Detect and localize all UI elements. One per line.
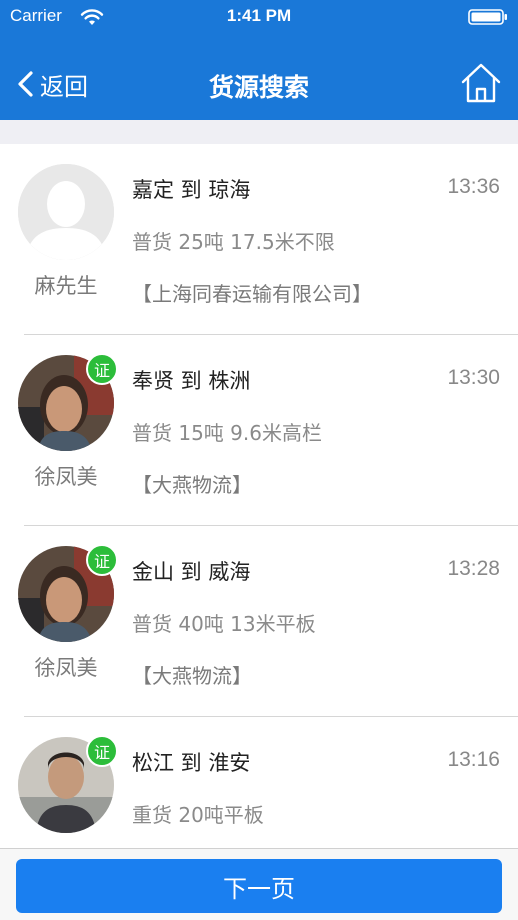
cargo-details: 普货 40吨 13米平板 — [132, 612, 316, 636]
company-name: 【大燕物流】 — [132, 664, 252, 688]
post-time: 13:16 — [447, 748, 500, 771]
list-top-spacer — [0, 120, 518, 144]
company-name: 【大燕物流】 — [132, 473, 252, 497]
contact-name: 麻先生 — [34, 274, 98, 298]
cargo-details: 普货 25吨 17.5米不限 — [132, 230, 335, 254]
route: 松江 到 淮安 — [132, 751, 251, 775]
next-page-button[interactable]: 下一页 — [16, 859, 502, 913]
listing-item[interactable]: 麻先生 嘉定 到 琼海 13:36 普货 25吨 17.5米不限 【上海同春运输… — [0, 144, 518, 335]
battery-icon — [468, 9, 507, 25]
route: 奉贤 到 株洲 — [132, 369, 251, 393]
avatar: 证 — [18, 735, 118, 833]
back-label: 返回 — [40, 72, 88, 101]
chevron-left-icon — [18, 71, 33, 97]
cargo-details: 普货 15吨 9.6米高栏 — [132, 421, 322, 445]
listing-item[interactable]: 证 松江 到 淮安 13:16 重货 20吨平板 — [0, 717, 518, 848]
status-bar: Carrier 1:41 PM — [0, 0, 518, 34]
verified-badge: 证 — [86, 353, 118, 385]
avatar: 证 — [18, 544, 118, 642]
cargo-details: 重货 20吨平板 — [132, 803, 264, 827]
cargo-listing-list[interactable]: 麻先生 嘉定 到 琼海 13:36 普货 25吨 17.5米不限 【上海同春运输… — [0, 144, 518, 848]
footer-bar: 下一页 — [0, 848, 518, 920]
navigation-bar: 返回 货源搜索 — [0, 46, 518, 120]
back-button[interactable]: 返回 — [16, 64, 88, 104]
route: 嘉定 到 琼海 — [132, 178, 251, 202]
post-time: 13:30 — [447, 366, 500, 389]
default-person-avatar — [18, 164, 114, 260]
home-button[interactable] — [460, 62, 502, 104]
verified-badge: 证 — [86, 544, 118, 576]
listing-item[interactable]: 证 徐凤美 奉贤 到 株洲 13:30 普货 15吨 9.6米高栏 【大燕物流】 — [0, 335, 518, 526]
post-time: 13:28 — [447, 557, 500, 580]
avatar: 证 — [18, 353, 118, 451]
contact-name: 徐凤美 — [34, 656, 98, 680]
verified-badge: 证 — [86, 735, 118, 767]
app-header: Carrier 1:41 PM 返回 货源搜索 — [0, 0, 518, 120]
post-time: 13:36 — [447, 175, 500, 198]
route: 金山 到 威海 — [132, 560, 251, 584]
company-name: 【上海同春运输有限公司】 — [132, 282, 372, 306]
avatar — [18, 164, 114, 260]
listing-item[interactable]: 证 徐凤美 金山 到 威海 13:28 普货 40吨 13米平板 【大燕物流】 — [0, 526, 518, 717]
clock: 1:41 PM — [226, 6, 292, 25]
contact-name: 徐凤美 — [34, 465, 98, 489]
